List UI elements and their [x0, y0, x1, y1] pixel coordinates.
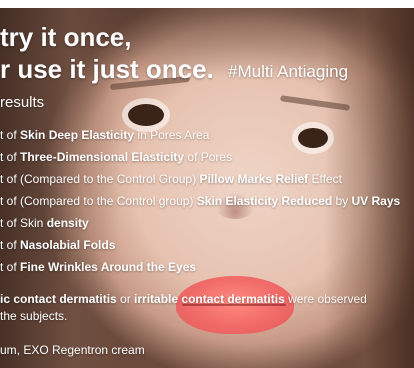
- results-label: results: [0, 94, 45, 111]
- product-footer: um, EXO Regentron cream: [0, 343, 145, 357]
- result-item: t of Fine Wrinkles Around the Eyes: [0, 260, 197, 274]
- safety-note-line-1: ic contact dermatitis or irritable conta…: [0, 292, 367, 306]
- hashtag: #Multi Antiaging: [228, 62, 349, 81]
- headline-line-1: try it once,: [0, 22, 132, 52]
- left-eye: [128, 104, 164, 126]
- right-eye: [298, 128, 328, 148]
- result-item: t of (Compared to the Control Group) Pil…: [0, 172, 342, 186]
- result-item: t of Skin Deep Elasticity in Pores Area: [0, 128, 210, 142]
- result-item: t of Nasolabial Folds: [0, 238, 116, 252]
- result-item: t of Three-Dimensional Elasticity of Por…: [0, 150, 233, 164]
- result-item: t of (Compared to the Control group) Ski…: [0, 194, 401, 208]
- result-item: t of Skin density: [0, 216, 89, 230]
- safety-note-line-2: the subjects.: [0, 309, 68, 323]
- headline-line-2: r use it just once.: [0, 54, 214, 84]
